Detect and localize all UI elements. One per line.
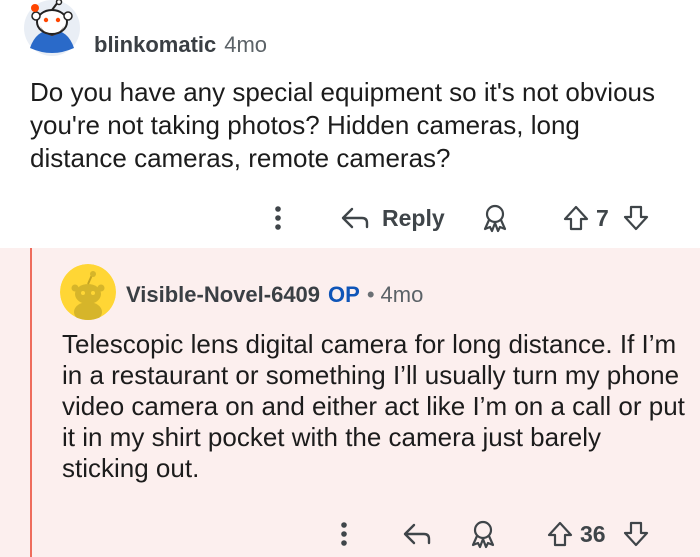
op-badge: OP — [328, 282, 360, 307]
upvote-button[interactable]: 7 — [562, 198, 609, 238]
separator-dot: • — [366, 282, 375, 307]
more-options-icon — [270, 204, 286, 232]
username[interactable]: Visible-Novel-6409 — [126, 282, 320, 308]
comment-meta: blinkomatic 4mo — [94, 30, 267, 60]
parent-comment: blinkomatic 4mo Do you have any special … — [0, 0, 700, 250]
comment-body: Do you have any special equipment so it'… — [30, 77, 656, 173]
comment-age: 4mo — [380, 282, 424, 307]
reply-button[interactable] — [402, 514, 432, 554]
upvote-button[interactable]: 36 — [546, 514, 606, 554]
reply-button[interactable]: Reply — [340, 198, 445, 238]
downvote-button[interactable] — [622, 198, 650, 238]
more-options-button[interactable] — [270, 198, 286, 238]
thread-line[interactable] — [30, 248, 32, 557]
user-avatar[interactable] — [20, 0, 84, 58]
award-icon — [468, 519, 498, 549]
downvote-button[interactable] — [622, 514, 650, 554]
more-options-button[interactable] — [336, 514, 352, 554]
vote-count: 7 — [596, 204, 609, 231]
snoo-avatar-icon — [60, 264, 116, 320]
user-avatar[interactable] — [60, 264, 116, 320]
username[interactable]: blinkomatic — [94, 32, 216, 58]
reply-label: Reply — [382, 204, 445, 231]
upvote-icon — [546, 520, 574, 548]
reply-arrow-icon — [340, 206, 370, 230]
comment-meta: Visible-Novel-6409 OP • 4mo — [126, 280, 423, 310]
downvote-icon — [622, 520, 650, 548]
award-button[interactable] — [468, 514, 498, 554]
more-options-icon — [336, 520, 352, 548]
reply-arrow-icon — [402, 522, 432, 546]
comment-age: 4mo — [224, 32, 268, 57]
downvote-icon — [622, 204, 650, 232]
snoo-avatar-icon — [24, 0, 80, 56]
award-icon — [480, 203, 510, 233]
vote-count: 36 — [580, 520, 606, 547]
comment-body: Telescopic lens digital camera for long … — [62, 329, 685, 483]
award-button[interactable] — [480, 198, 510, 238]
upvote-icon — [562, 204, 590, 232]
